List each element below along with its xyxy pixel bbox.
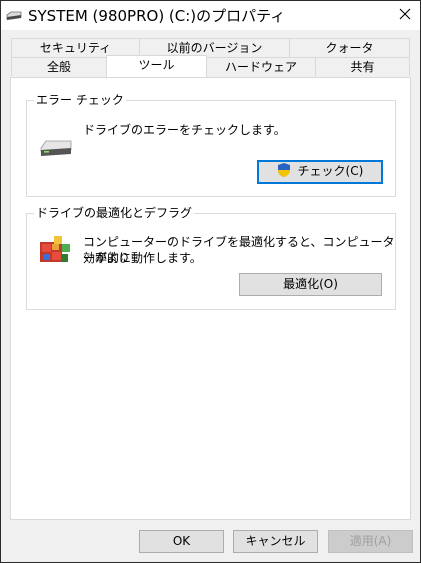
- cancel-button[interactable]: キャンセル: [233, 530, 318, 553]
- optimize-group-title: ドライブの最適化とデフラグ: [34, 205, 195, 221]
- error-check-group-title: エラー チェック: [34, 92, 126, 108]
- ok-button[interactable]: OK: [139, 530, 224, 553]
- tab-sharing[interactable]: 共有: [315, 57, 410, 76]
- optimize-button[interactable]: 最適化(O): [239, 273, 382, 296]
- tab-hardware[interactable]: ハードウェア: [206, 57, 316, 76]
- check-button[interactable]: チェック(C): [257, 160, 383, 184]
- tab-tools[interactable]: ツール: [106, 55, 207, 77]
- error-check-description: ドライブのエラーをチェックします。: [83, 123, 286, 137]
- optimize-group: ドライブの最適化とデフラグ コンピューターのドライブを最適化すると、コンピュータ…: [26, 205, 396, 310]
- tab-strip: セキュリティ 以前のバージョン クォータ 全般 ツール ハードウェア 共有: [10, 38, 410, 78]
- error-check-group: エラー チェック ドライブのエラーをチェックします。 チェック(C): [26, 92, 396, 197]
- properties-dialog: SYSTEM (980PRO) (C:)のプロパティ セキュリティ 以前のバージ…: [0, 0, 421, 563]
- window-title: SYSTEM (980PRO) (C:)のプロパティ: [28, 7, 286, 25]
- close-icon: [399, 8, 411, 23]
- uac-shield-icon: [277, 162, 291, 184]
- tab-quota[interactable]: クォータ: [289, 38, 410, 57]
- title-bar: SYSTEM (980PRO) (C:)のプロパティ: [1, 1, 420, 30]
- tools-tab-panel: エラー チェック ドライブのエラーをチェックします。 チェック(C) ドライブの…: [10, 77, 411, 520]
- tab-general[interactable]: 全般: [11, 57, 107, 76]
- drive-icon: [6, 10, 22, 22]
- hard-drive-icon: [39, 138, 73, 161]
- check-button-label: チェック(C): [297, 164, 364, 178]
- optimize-description-line2: 効率的に動作します。: [83, 251, 202, 265]
- apply-button[interactable]: 適用(A): [328, 530, 413, 553]
- defrag-icon: [38, 234, 72, 269]
- close-button[interactable]: [390, 1, 420, 30]
